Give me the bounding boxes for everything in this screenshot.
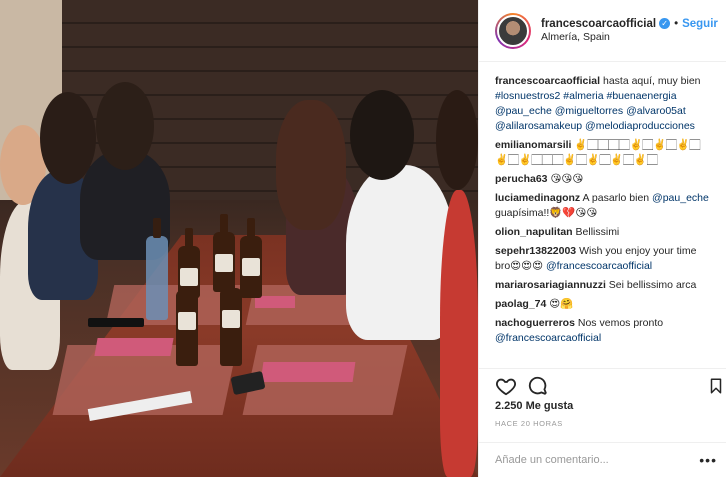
photo-bottle — [213, 214, 235, 292]
comment-username[interactable]: luciamedinagonz — [495, 192, 580, 204]
comment-item: olion_napulitan Bellissimi — [495, 225, 712, 240]
photo-phone — [88, 318, 144, 327]
photo-bottle — [176, 272, 198, 366]
photo-napkin — [260, 362, 356, 382]
photo-water-bottle — [146, 218, 168, 320]
comment-item: mariarosariagiannuzzi Sei bellissimo arc… — [495, 278, 712, 293]
post-photo[interactable] — [0, 0, 478, 477]
mention-link[interactable]: @alvaro05at — [626, 105, 686, 117]
photo-person — [440, 190, 478, 477]
separator-dot: • — [674, 17, 679, 30]
comment-username[interactable]: mariarosariagiannuzzi — [495, 279, 606, 291]
comment-text: Bellissimi — [575, 226, 620, 238]
photo-person-head — [436, 90, 478, 190]
comments-list[interactable]: francescoarcaofficial hasta aquí, muy bi… — [479, 62, 726, 368]
add-comment-bar: ••• — [479, 442, 726, 477]
avatar-image — [497, 14, 529, 47]
heart-icon[interactable] — [495, 375, 517, 397]
photo-person-head — [276, 100, 346, 230]
photo-bottle — [220, 270, 242, 366]
hashtag-link[interactable]: #buenaenergia — [607, 90, 677, 102]
comment-item: paolag_74 😍🤗 — [495, 297, 712, 312]
more-options-icon[interactable]: ••• — [699, 452, 717, 468]
comment-item: emilianomarsili ✌️🏻🏻🏻🏻✌️🏻✌️🏻✌️🏻✌️🏻✌️🏻🏻🏻✌… — [495, 138, 712, 168]
comment-text: Sei bellissimo arca — [608, 279, 697, 291]
comment-item: nachoguerreros Nos vemos pronto @frances… — [495, 316, 712, 346]
photo-napkin — [94, 338, 174, 356]
username-link[interactable]: francescoarcaofficial — [541, 17, 656, 31]
bookmark-icon[interactable] — [707, 375, 725, 397]
action-bar — [479, 368, 726, 400]
header-text: francescoarcaofficial ✓ • Seguir Almería… — [541, 17, 718, 45]
comment-item: sepehr13822003 Wish you enjoy your time … — [495, 244, 712, 274]
mention-link[interactable]: @melodiaproducciones — [585, 120, 695, 132]
mention-link[interactable]: @migueltorres — [555, 105, 623, 117]
post-header: francescoarcaofficial ✓ • Seguir Almería… — [479, 0, 726, 62]
photo-bottle — [178, 228, 200, 298]
location-link[interactable]: Almería, Spain — [541, 31, 718, 44]
photo-person-head — [96, 82, 154, 170]
comment-username[interactable]: perucha63 — [495, 173, 548, 185]
hashtag-link[interactable]: #almeria — [563, 90, 603, 102]
likes-count[interactable]: 2.250 Me gusta — [495, 400, 573, 412]
comment-username[interactable]: francescoarcaofficial — [495, 75, 600, 87]
mention-link[interactable]: @pau_eche — [652, 192, 709, 204]
photo-person-head — [350, 90, 414, 180]
comment-text: 😍🤗 — [549, 298, 574, 310]
comment-username[interactable]: nachoguerreros — [495, 317, 575, 329]
hashtag-link[interactable]: #losnuestros2 — [495, 90, 560, 102]
avatar[interactable] — [495, 12, 531, 49]
comment-username[interactable]: emilianomarsili — [495, 139, 571, 151]
verified-badge-icon: ✓ — [659, 18, 671, 30]
comment-username[interactable]: paolag_74 — [495, 298, 546, 310]
comment-item: perucha63 😘😘😘 — [495, 172, 712, 187]
post-caption: francescoarcaofficial hasta aquí, muy bi… — [495, 74, 712, 134]
comment-text: 😘😘😘 — [550, 173, 584, 185]
comment-item: luciamedinagonz A pasarlo bien @pau_eche… — [495, 191, 712, 221]
follow-button[interactable]: Seguir — [682, 17, 718, 31]
mention-link[interactable]: @francescoarcaofficial — [495, 332, 601, 344]
mention-link[interactable]: @pau_eche — [495, 105, 552, 117]
photo-bottle — [240, 218, 262, 298]
mention-link[interactable]: @alilarosamakeup — [495, 120, 582, 132]
comment-input[interactable] — [495, 454, 700, 466]
post-sidebar: francescoarcaofficial ✓ • Seguir Almería… — [478, 0, 726, 477]
mention-link[interactable]: @francescoarcaofficial — [546, 260, 652, 272]
comment-username[interactable]: sepehr13822003 — [495, 245, 576, 257]
photo-person — [346, 165, 454, 340]
photo-napkin — [255, 296, 295, 308]
post-timestamp[interactable]: HACE 20 HORAS — [495, 419, 563, 428]
comment-icon[interactable] — [527, 375, 549, 397]
comment-username[interactable]: olion_napulitan — [495, 226, 573, 238]
